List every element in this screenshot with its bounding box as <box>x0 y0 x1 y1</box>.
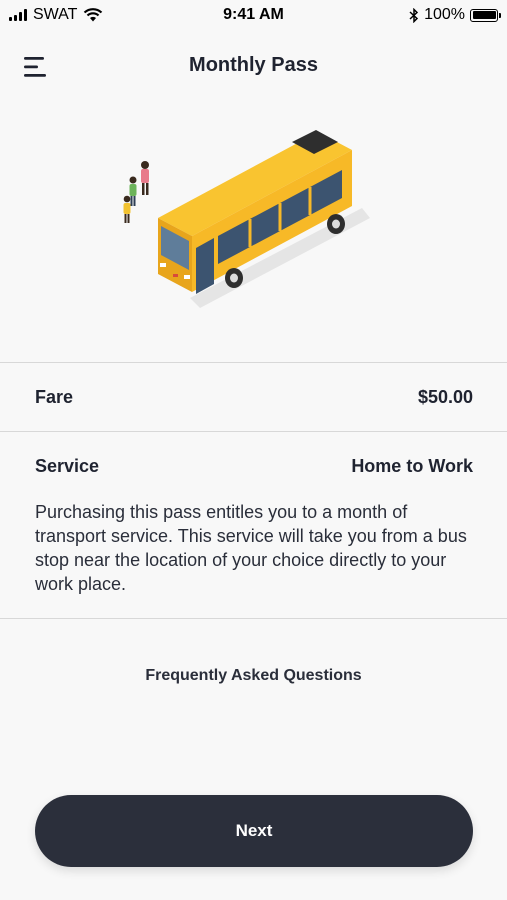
bus-illustration <box>123 130 370 308</box>
battery-icon <box>470 8 501 22</box>
status-bar: SWAT 9:41 AM 100% <box>0 0 507 30</box>
fare-value: $50.00 <box>417 387 473 407</box>
faq-link[interactable]: Frequently Asked Questions <box>0 667 507 685</box>
service-value: Home to Work <box>351 456 473 476</box>
service-label: Service <box>35 456 100 476</box>
battery-percent: 100% <box>424 6 465 23</box>
nav-bar: Monthly Pass <box>0 40 507 92</box>
divider <box>0 431 507 432</box>
status-right: 100% <box>409 6 501 24</box>
fare-label: Fare <box>35 387 74 407</box>
divider <box>0 362 507 363</box>
bluetooth-icon <box>409 7 419 23</box>
page-title: Monthly Pass <box>189 54 318 76</box>
service-description: Purchasing this pass entitles you to a m… <box>35 502 467 594</box>
divider <box>0 618 507 619</box>
next-button[interactable]: Next <box>35 795 473 867</box>
hero-section <box>0 110 507 340</box>
